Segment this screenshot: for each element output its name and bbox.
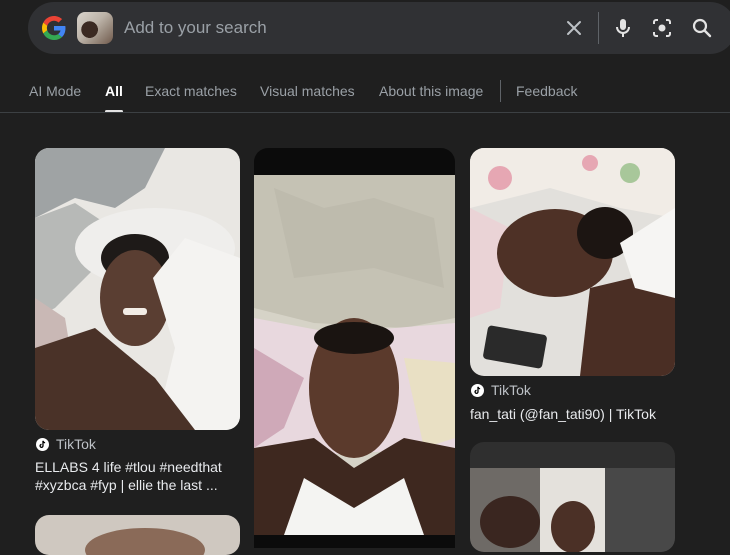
result-image-5[interactable] bbox=[470, 442, 675, 552]
tab-exact-matches[interactable]: Exact matches bbox=[145, 83, 237, 99]
google-logo-icon bbox=[42, 16, 66, 40]
close-icon[interactable] bbox=[562, 16, 586, 40]
result-title-1-line2: #xyzbca #fyp | ellie the last ... bbox=[35, 477, 218, 493]
result-source-1[interactable]: TikTok bbox=[36, 436, 96, 452]
lens-camera-icon[interactable] bbox=[650, 16, 674, 40]
result-source-2-label: TikTok bbox=[491, 382, 531, 398]
tab-separator bbox=[500, 80, 501, 102]
result-image-1[interactable] bbox=[35, 148, 240, 430]
tiktok-icon bbox=[471, 383, 484, 397]
tab-feedback[interactable]: Feedback bbox=[516, 83, 577, 99]
result-image-4-picture bbox=[470, 148, 675, 376]
search-icon[interactable] bbox=[690, 16, 714, 40]
tab-about-this-image[interactable]: About this image bbox=[379, 83, 483, 99]
header-divider bbox=[0, 112, 730, 113]
result-title-1[interactable]: ELLABS 4 life #tlou #needthat #xyzbca #f… bbox=[35, 458, 245, 494]
result-source-2[interactable]: TikTok bbox=[471, 382, 531, 398]
result-title-1-line1: ELLABS 4 life #tlou #needthat bbox=[35, 459, 222, 475]
result-image-2[interactable] bbox=[254, 148, 455, 548]
result-image-3[interactable] bbox=[35, 515, 240, 555]
result-title-2[interactable]: fan_tati (@fan_tati90) | TikTok bbox=[470, 405, 680, 423]
tab-visual-matches[interactable]: Visual matches bbox=[260, 83, 355, 99]
tiktok-icon bbox=[36, 437, 49, 451]
result-image-3-picture bbox=[35, 515, 240, 555]
result-image-4[interactable] bbox=[470, 148, 675, 376]
search-bar bbox=[28, 2, 730, 54]
tab-ai-mode[interactable]: AI Mode bbox=[29, 83, 81, 99]
searchbar-divider bbox=[598, 12, 599, 44]
result-source-1-label: TikTok bbox=[56, 436, 96, 452]
search-input[interactable] bbox=[124, 16, 544, 40]
query-image-thumbnail[interactable] bbox=[77, 12, 113, 44]
tab-all[interactable]: All bbox=[105, 83, 123, 113]
tab-all-label: All bbox=[105, 83, 123, 99]
result-image-5-picture bbox=[470, 442, 675, 552]
result-image-2-picture bbox=[254, 148, 455, 548]
mic-icon[interactable] bbox=[611, 16, 635, 40]
result-image-1-picture bbox=[35, 148, 240, 430]
